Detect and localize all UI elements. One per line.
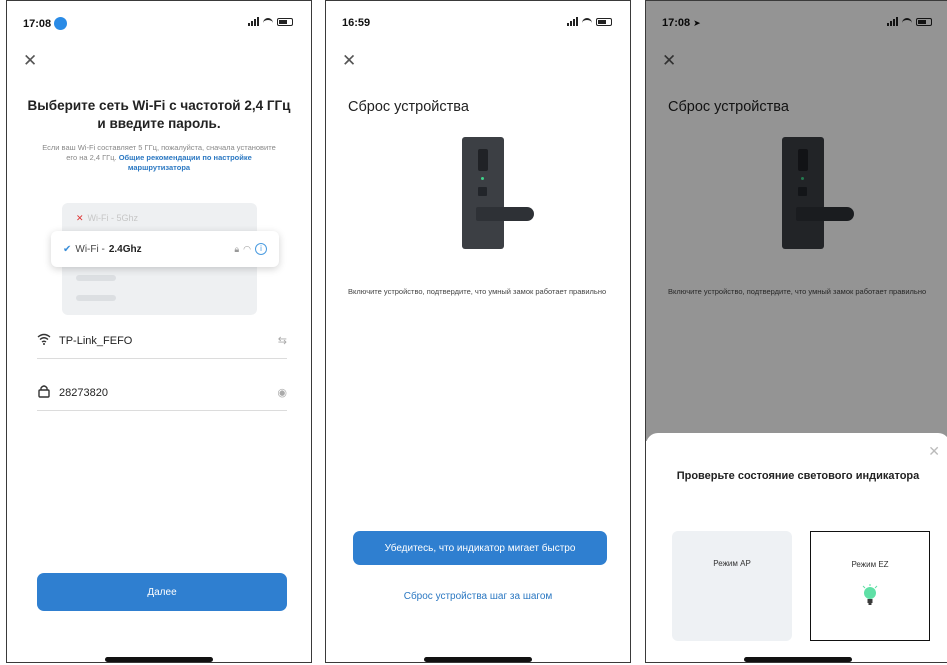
wifi-status-icon [582,17,592,26]
sheet-title: Проверьте состояние светового индикатора [676,470,920,482]
status-bar: 17:08 [7,1,311,41]
network-5ghz-row: ✕ Wi-Fi - 5Ghz [76,213,138,224]
confirm-indicator-button[interactable]: Убедитесь, что индикатор мигает быстро [353,531,607,565]
battery-icon [277,17,293,26]
mode-ap-label: Режим AP [713,559,751,568]
lock-handle [476,207,534,221]
keyhole [478,187,487,196]
wifi-small-icon: ◠ [243,243,251,254]
placeholder-bar [76,275,116,281]
close-icon[interactable]: ✕ [342,51,356,71]
status-bar: 16:59 [326,1,630,41]
network-5ghz-label: Wi-Fi - 5Ghz [87,213,139,223]
page-title: Сброс устройства [348,99,469,115]
close-icon[interactable]: ✕ [928,443,940,460]
ssid-value: TP-Link_FEFO [59,334,133,347]
home-indicator [744,657,852,662]
cellular-signal-icon [248,17,259,26]
password-field[interactable]: 28273820 ◉ [37,375,287,411]
router-guide-link[interactable]: Общие рекомендации по настройке маршрути… [119,153,252,172]
cross-icon: ✕ [76,213,84,223]
dim-overlay[interactable] [646,1,947,441]
checkmark-icon: ✔ [63,243,72,255]
home-indicator [424,657,532,662]
mode-ap-card[interactable]: Режим AP [672,531,792,641]
wifi-icon [37,333,59,348]
lock-small-icon: 🔒︎ [234,243,240,254]
wifi-status-icon [263,17,273,26]
mode-ez-card[interactable]: Режим EZ [810,531,930,641]
network-24ghz-prefix: Wi-Fi - [75,243,105,255]
battery-icon [596,17,612,26]
device-reset-screen: 16:59 ✕ Сброс устройства Включите устрой… [325,0,631,663]
blinking-bulb-icon [862,584,878,605]
indicator-mode-screen: 17:08 ➤ ✕ Сброс устройства Включите устро… [645,0,947,663]
telegram-icon [54,17,68,30]
status-time: 17:08 [23,17,52,30]
reset-instruction: Включите устройство, подтвердите, что ум… [348,287,607,296]
switch-network-icon[interactable]: ⇆ [278,334,287,347]
placeholder-bar [76,295,116,301]
wifi-setup-screen: 17:08 ✕ Выберите сеть Wi-Fi с частотой 2… [6,0,312,663]
step-by-step-reset-link[interactable]: Сброс устройства шаг за шагом [326,591,630,602]
lock-body [462,137,504,249]
fingerprint-sensor [478,149,488,171]
network-24ghz-band: 2.4Ghz [108,243,142,255]
cellular-signal-icon [567,17,578,26]
close-icon[interactable]: ✕ [23,51,37,71]
lock-icon [37,384,59,401]
page-title: Выберите сеть Wi-Fi с частотой 2,4 ГГц и… [27,98,291,131]
password-value: 28273820 [59,386,108,399]
home-indicator [105,657,213,662]
ssid-field[interactable]: TP-Link_FEFO ⇆ [37,323,287,359]
status-time: 16:59 [342,17,371,29]
show-password-eye-icon[interactable]: ◉ [277,386,287,399]
info-icon: i [255,243,267,255]
mode-ez-label: Режим EZ [851,560,889,569]
status-led [481,177,484,180]
next-button[interactable]: Далее [37,573,287,611]
indicator-bottom-sheet: ✕ Проверьте состояние светового индикато… [646,433,947,662]
frequency-hint: Если ваш Wi-Fi составляет 5 ГГц, пожалуй… [37,143,281,173]
network-24ghz-row: ✔ Wi-Fi - 2.4Ghz 🔒︎ ◠ i [51,231,279,267]
